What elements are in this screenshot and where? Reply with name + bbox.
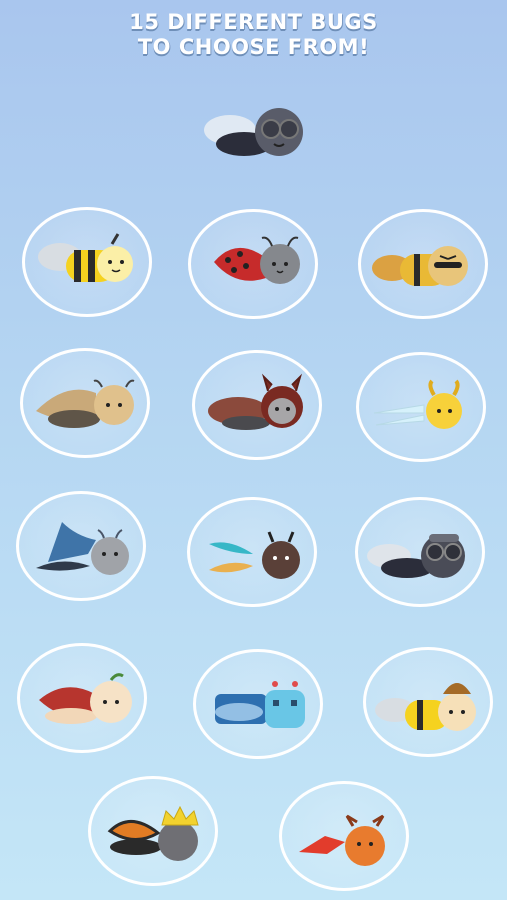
moth-icon <box>36 379 135 428</box>
bug-option-moth[interactable] <box>20 348 150 458</box>
bug-option-monarch-king[interactable] <box>88 776 218 886</box>
bug-option-honey-hat-bee[interactable] <box>363 647 493 757</box>
goggles-fly-icon <box>367 534 465 578</box>
bug-option-orange-fish[interactable] <box>279 781 409 891</box>
title-line-1: 15 DIFFERENT BUGS <box>129 10 378 34</box>
bug-option-horned-beetle[interactable] <box>192 350 322 460</box>
bug-option-goggles-fly[interactable] <box>355 497 485 607</box>
bug-option-apple[interactable] <box>17 643 147 753</box>
bug-option-cool-bee[interactable] <box>358 209 488 319</box>
ladybug-icon <box>214 236 300 284</box>
yellow-dragonfly-icon <box>373 379 462 429</box>
bug-option-ladybug[interactable] <box>188 209 318 319</box>
bug-option-bee[interactable] <box>22 207 152 317</box>
fly-with-goggles-icon <box>200 102 308 164</box>
bug-option-robot[interactable] <box>193 649 323 759</box>
bug-option-wizard-hat[interactable] <box>16 491 146 601</box>
orange-fish-bug-icon <box>299 814 385 866</box>
cool-bee-with-sunglasses-icon <box>372 246 468 286</box>
honey-hat-bee-icon <box>375 683 476 731</box>
title-line-2: TO CHOOSE FROM! <box>137 35 370 59</box>
page-title: 15 DIFFERENT BUGS TO CHOOSE FROM! <box>0 10 507 60</box>
horned-beetle-icon <box>208 373 303 430</box>
bug-option-yellow-dragonfly[interactable] <box>356 352 486 462</box>
bug-option-teal-wing-fly[interactable] <box>187 497 317 607</box>
teal-wing-fly-icon <box>209 531 300 579</box>
wizard-hat-bug-icon <box>36 522 129 575</box>
bee-icon <box>38 233 133 282</box>
robot-bug-icon <box>215 681 305 728</box>
apple-bug-icon <box>39 673 132 724</box>
monarch-king-bug-icon <box>107 805 199 861</box>
